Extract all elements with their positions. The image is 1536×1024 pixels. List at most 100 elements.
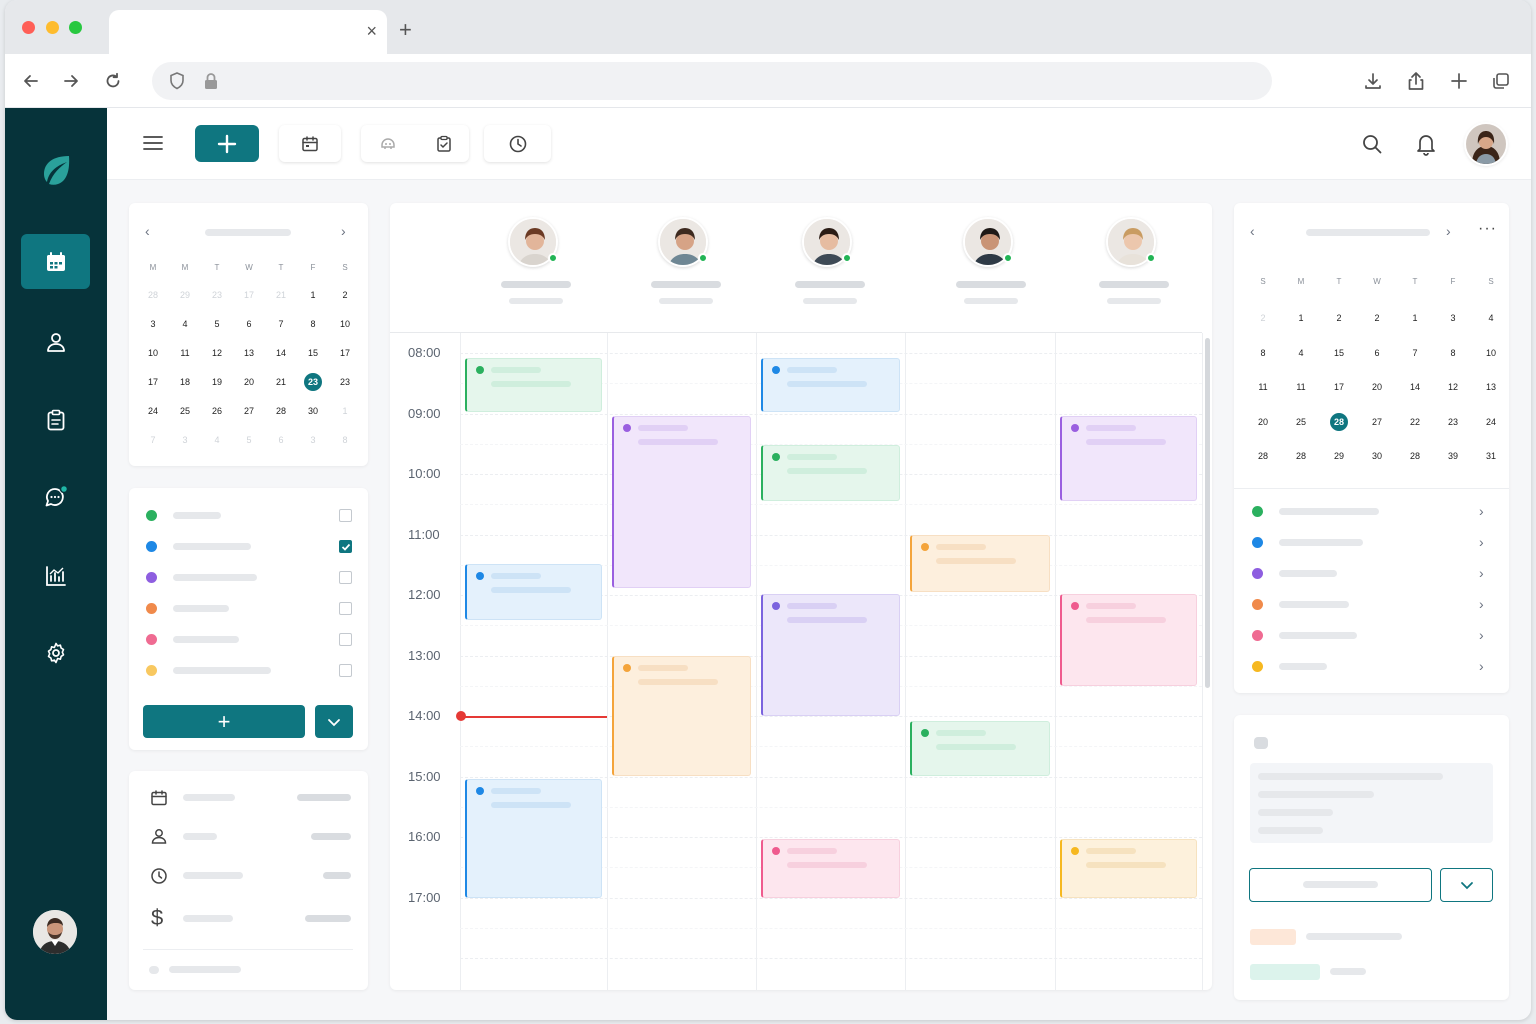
bell-icon[interactable] — [1415, 132, 1437, 161]
calendar-day[interactable]: 3 — [173, 431, 197, 449]
sidebar-item-analytics[interactable] — [21, 548, 90, 603]
calendar-day[interactable]: 14 — [269, 344, 293, 362]
calendar-day[interactable]: 20 — [237, 373, 261, 391]
calendar-day[interactable]: 4 — [205, 431, 229, 449]
sidebar-item-settings[interactable] — [21, 625, 90, 680]
history-button[interactable] — [484, 125, 551, 162]
calendar-day[interactable]: 6 — [237, 315, 261, 333]
calendar-day[interactable]: 22 — [1403, 413, 1427, 431]
calendar-day[interactable]: 10 — [1479, 344, 1503, 362]
profile-avatar[interactable] — [1466, 124, 1506, 164]
calendar-day[interactable]: 4 — [173, 315, 197, 333]
calendar-event-green[interactable] — [910, 721, 1050, 777]
sidebar-item-tasks[interactable] — [21, 392, 90, 447]
calendar-day[interactable]: 39 — [1441, 447, 1465, 465]
calendar-day[interactable]: 5 — [205, 315, 229, 333]
calendar-day[interactable]: 28 — [141, 286, 165, 304]
calendar-day[interactable]: 21 — [269, 286, 293, 304]
calendar-day[interactable]: 28 — [1251, 447, 1275, 465]
sidebar-item-users[interactable] — [21, 314, 90, 369]
sidebar-item-messages[interactable] — [21, 470, 90, 525]
calendar-day[interactable]: 21 — [269, 373, 293, 391]
calendar-day[interactable]: 3 — [141, 315, 165, 333]
current-user-avatar[interactable] — [33, 910, 77, 954]
calendar-day[interactable]: 17 — [141, 373, 165, 391]
calendar-day[interactable]: 20 — [1365, 378, 1389, 396]
chevron-right-icon[interactable]: › — [1479, 503, 1484, 519]
tab-close-icon[interactable]: × — [366, 21, 377, 42]
calendar-event-blue[interactable] — [465, 778, 602, 898]
calendar-day[interactable]: 13 — [237, 344, 261, 362]
calendar-event-purple[interactable] — [612, 415, 751, 588]
calendar-day[interactable]: 11 — [173, 344, 197, 362]
calendar-checkbox[interactable] — [339, 540, 352, 553]
details-action-button[interactable] — [1249, 868, 1432, 902]
calendar-day[interactable]: 25 — [173, 402, 197, 420]
calendar-day[interactable]: 6 — [1365, 344, 1389, 362]
calendar-day[interactable]: 17 — [333, 344, 357, 362]
calendar-day[interactable]: 28 — [269, 402, 293, 420]
calendar-day[interactable]: 2 — [1327, 309, 1351, 327]
calendar-day[interactable]: 24 — [141, 402, 165, 420]
calendar-event-purple[interactable] — [1060, 415, 1197, 502]
selected-day[interactable]: 23 — [304, 373, 322, 391]
download-icon[interactable] — [1360, 68, 1386, 94]
calendar-day[interactable]: 12 — [205, 344, 229, 362]
calendar-day[interactable]: 17 — [237, 286, 261, 304]
calendar-day[interactable]: 23 — [333, 373, 357, 391]
calendar-checkbox[interactable] — [339, 571, 352, 584]
chevron-right-icon[interactable]: › — [1479, 596, 1484, 612]
next-month-icon[interactable]: › — [1446, 223, 1451, 239]
calendar-event-green[interactable] — [465, 358, 602, 413]
calendar-day[interactable]: 24 — [1479, 413, 1503, 431]
new-tab-icon[interactable]: + — [399, 17, 412, 43]
chevron-right-icon[interactable]: › — [1479, 658, 1484, 674]
calendar-day[interactable]: 15 — [1327, 344, 1351, 362]
window-close-button[interactable] — [22, 21, 35, 34]
chevron-right-icon[interactable]: › — [1479, 627, 1484, 643]
calendar-day[interactable]: 15 — [301, 344, 325, 362]
calendar-day[interactable]: 23 — [205, 286, 229, 304]
calendar-day[interactable]: 27 — [237, 402, 261, 420]
calendar-day[interactable]: 8 — [301, 315, 325, 333]
calendar-day[interactable]: 28 — [1289, 447, 1313, 465]
calendar-event-pink[interactable] — [761, 839, 900, 898]
add-calendar-dropdown-button[interactable] — [315, 705, 353, 738]
calendar-day[interactable]: 1 — [1403, 309, 1427, 327]
prev-month-icon[interactable]: ‹ — [145, 223, 150, 239]
calendar-checkbox[interactable] — [339, 664, 352, 677]
details-dropdown-button[interactable] — [1440, 868, 1493, 902]
calendar-day[interactable]: 27 — [1365, 413, 1389, 431]
calendar-day[interactable]: 8 — [1441, 344, 1465, 362]
window-minimize-button[interactable] — [46, 21, 59, 34]
calendar-day[interactable]: 1 — [1289, 309, 1313, 327]
calendar-checkbox[interactable] — [339, 633, 352, 646]
calendar-day[interactable]: 17 — [1327, 378, 1351, 396]
calendar-day[interactable]: 14 — [1403, 378, 1427, 396]
calendar-checkbox[interactable] — [339, 602, 352, 615]
calendar-day[interactable]: 20 — [1251, 413, 1275, 431]
add-icon[interactable] — [1446, 68, 1472, 94]
calendar-event-green[interactable] — [761, 444, 900, 502]
calendar-checkbox[interactable] — [339, 509, 352, 522]
calendar-day[interactable]: 23 — [1441, 413, 1465, 431]
schedule-scrollbar[interactable] — [1205, 338, 1210, 688]
calendar-day[interactable]: 28 — [1403, 447, 1427, 465]
calendar-day[interactable]: 13 — [1479, 378, 1503, 396]
search-icon[interactable] — [1361, 133, 1383, 160]
calendar-day[interactable]: 1 — [333, 402, 357, 420]
reload-icon[interactable] — [100, 68, 126, 94]
calendar-event-blue[interactable] — [465, 563, 602, 621]
calendar-day[interactable]: 2 — [1365, 309, 1389, 327]
chevron-right-icon[interactable]: › — [1479, 534, 1484, 550]
calendar-day[interactable]: 7 — [269, 315, 293, 333]
calendar-day[interactable]: 26 — [205, 402, 229, 420]
calendar-day[interactable]: 5 — [237, 431, 261, 449]
create-event-button[interactable] — [195, 125, 259, 162]
calendar-day[interactable]: 3 — [301, 431, 325, 449]
calendar-day[interactable]: 7 — [141, 431, 165, 449]
calendar-day[interactable]: 10 — [333, 315, 357, 333]
calendar-day[interactable]: 2 — [333, 286, 357, 304]
calendar-day[interactable]: 19 — [205, 373, 229, 391]
chevron-right-icon[interactable]: › — [1479, 565, 1484, 581]
